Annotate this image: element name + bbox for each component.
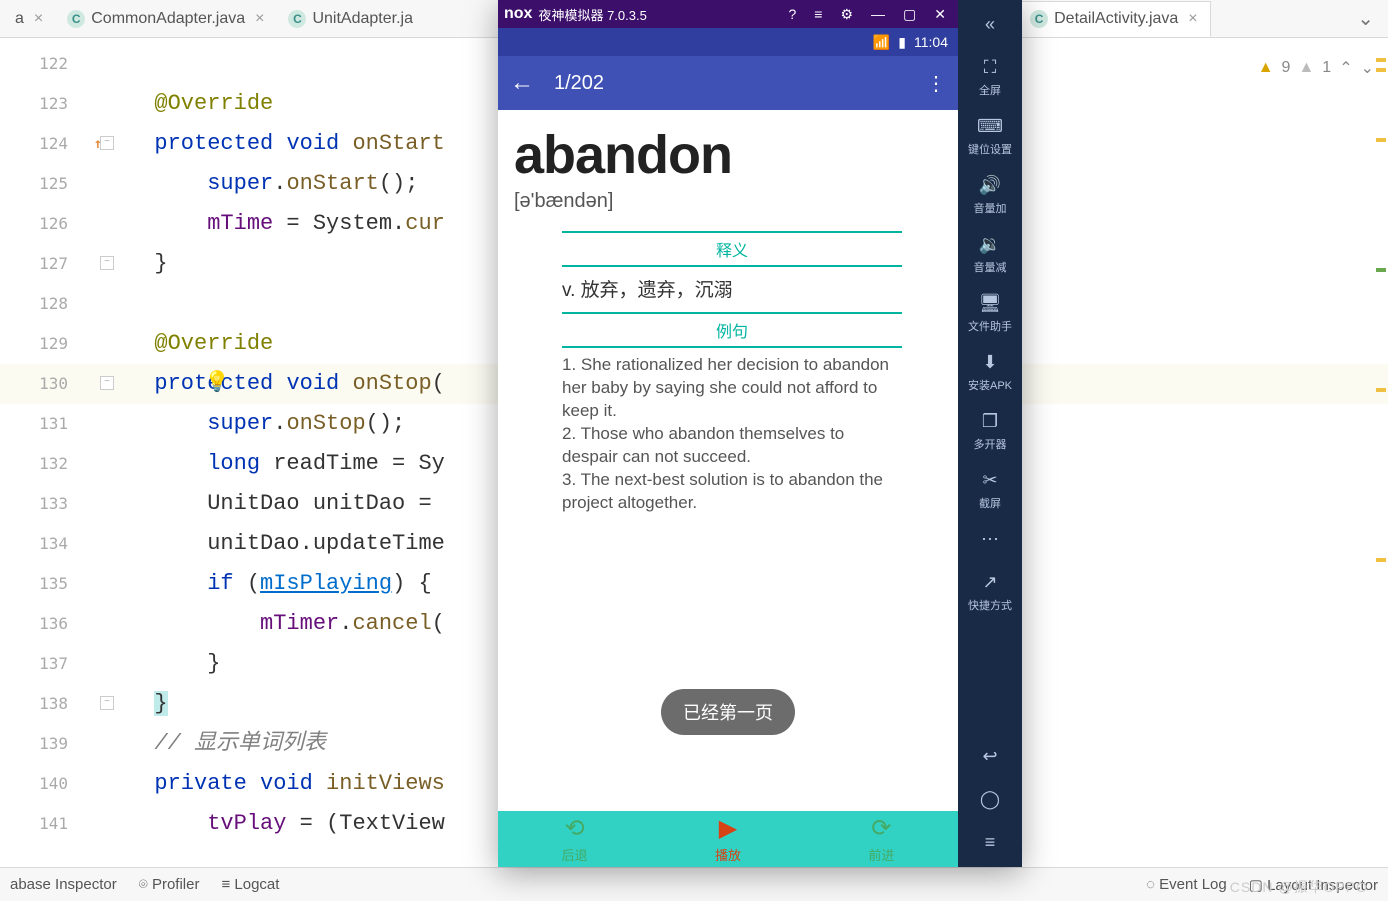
android-home-button[interactable]: ◯ bbox=[958, 781, 1022, 824]
tool-window-bar: abase Inspector ⌾ Profiler ≡ Logcat ◌ Ev… bbox=[0, 867, 1388, 901]
back-arrow-icon[interactable]: ← bbox=[510, 69, 554, 97]
profiler-button[interactable]: ⌾ Profiler bbox=[139, 876, 200, 893]
logcat-button[interactable]: ≡ Logcat bbox=[221, 876, 279, 893]
previous-icon: ⟲ bbox=[562, 814, 588, 843]
section-examples-header: 例句 bbox=[562, 314, 902, 348]
class-icon: C bbox=[1030, 10, 1048, 28]
minimize-icon[interactable]: — bbox=[865, 6, 891, 22]
page-counter: 1/202 bbox=[554, 72, 604, 95]
fold-icon[interactable]: − bbox=[100, 256, 114, 270]
examples-list: 1. She rationalized her decision to aban… bbox=[562, 348, 902, 515]
app-toolbar: ← 1/202 ⋮ bbox=[498, 56, 958, 110]
screenshot-button[interactable]: ✂截屏 bbox=[958, 462, 1022, 521]
nav-forward-button[interactable]: ⟳前进 bbox=[868, 814, 894, 864]
chevron-down-icon[interactable]: ⌄ bbox=[1343, 6, 1388, 31]
overflow-menu-icon[interactable]: ⋮ bbox=[926, 71, 946, 96]
error-stripe[interactable] bbox=[1374, 38, 1388, 858]
file-helper-button[interactable]: 🖥文件助手 bbox=[958, 285, 1022, 344]
class-icon: C bbox=[288, 10, 306, 28]
fold-icon[interactable]: − bbox=[100, 376, 114, 390]
toast-message: 已经第一页 bbox=[661, 689, 795, 735]
tab-common-adapter[interactable]: CCommonAdapter.java× bbox=[58, 1, 277, 37]
multi-instance-button[interactable]: ❐多开器 bbox=[958, 403, 1022, 462]
db-inspector-button[interactable]: abase Inspector bbox=[10, 876, 117, 893]
android-recents-button[interactable]: ≡ bbox=[958, 824, 1022, 867]
event-log-button[interactable]: ◌ Event Log bbox=[1146, 876, 1227, 893]
balloon-icon: ◌ bbox=[1146, 876, 1155, 893]
word-card: abandon [ə'bændən] 释义 v. 放弃，遗弃，沉溺 例句 1. … bbox=[498, 110, 958, 811]
lightbulb-icon[interactable]: 💡 bbox=[204, 364, 230, 404]
gear-icon[interactable]: ⚙ bbox=[834, 6, 859, 23]
close-icon[interactable]: × bbox=[1184, 10, 1201, 28]
keymap-button[interactable]: ⌨键位设置 bbox=[958, 108, 1022, 167]
android-back-button[interactable]: ↩ bbox=[958, 738, 1022, 781]
maximize-icon[interactable]: ▢ bbox=[897, 6, 922, 23]
emulator-window: nox 夜神模拟器 7.0.3.5 ? ≡ ⚙ — ▢ ✕ 📶 ▮ 11:04 … bbox=[498, 0, 1022, 867]
nav-play-button[interactable]: ▶播放 bbox=[715, 814, 741, 864]
wifi-icon: 📶 bbox=[873, 34, 890, 51]
status-time: 11:04 bbox=[914, 34, 948, 50]
install-apk-button[interactable]: ⬇安装APK bbox=[958, 344, 1022, 403]
shortcut-button[interactable]: ↗快捷方式 bbox=[958, 564, 1022, 623]
volume-up-button[interactable]: 🔊音量加 bbox=[958, 167, 1022, 226]
fold-icon[interactable]: − bbox=[100, 136, 114, 150]
help-icon[interactable]: ? bbox=[783, 6, 803, 22]
volume-down-button[interactable]: 🔉音量减 bbox=[958, 226, 1022, 285]
watermark: CSDN @振华OPPO bbox=[1230, 877, 1368, 897]
bottom-nav: ⟲后退 ▶播放 ⟳前进 bbox=[498, 811, 958, 867]
tab-unit-adapter[interactable]: CUnitAdapter.ja bbox=[279, 1, 422, 37]
tab-partial-a[interactable]: a× bbox=[6, 1, 56, 37]
fold-icon[interactable]: − bbox=[100, 696, 114, 710]
android-status-bar: 📶 ▮ 11:04 bbox=[498, 28, 958, 56]
phonetic: [ə'bændən] bbox=[514, 190, 942, 213]
menu-icon[interactable]: ≡ bbox=[808, 6, 828, 22]
fullscreen-button[interactable]: ⛶全屏 bbox=[958, 49, 1022, 108]
more-icon[interactable]: ⋯ bbox=[958, 521, 1022, 564]
next-icon: ⟳ bbox=[868, 814, 894, 843]
close-icon[interactable]: × bbox=[251, 10, 268, 28]
tab-detail-activity[interactable]: CDetailActivity.java× bbox=[1021, 1, 1211, 37]
close-icon[interactable]: × bbox=[30, 10, 47, 28]
nav-back-button[interactable]: ⟲后退 bbox=[562, 814, 588, 864]
logcat-icon: ≡ bbox=[221, 876, 230, 893]
nox-titlebar: nox 夜神模拟器 7.0.3.5 ? ≡ ⚙ — ▢ ✕ bbox=[498, 0, 958, 28]
definition-text: v. 放弃，遗弃，沉溺 bbox=[562, 267, 902, 314]
play-icon: ▶ bbox=[715, 814, 741, 843]
battery-icon: ▮ bbox=[898, 34, 906, 51]
class-icon: C bbox=[67, 10, 85, 28]
word-headline: abandon bbox=[514, 124, 942, 186]
nox-side-toolbar: « ⛶全屏 ⌨键位设置 🔊音量加 🔉音量减 🖥文件助手 ⬇安装APK ❐多开器 … bbox=[958, 0, 1022, 867]
profiler-icon: ⌾ bbox=[139, 876, 148, 893]
collapse-icon[interactable]: « bbox=[958, 6, 1022, 49]
line-gutter: 122 123 124 125 126 127 128 129 130 131 … bbox=[0, 38, 88, 858]
section-definition-header: 释义 bbox=[562, 231, 902, 267]
close-icon[interactable]: ✕ bbox=[928, 6, 952, 23]
nox-logo: nox bbox=[504, 5, 532, 23]
